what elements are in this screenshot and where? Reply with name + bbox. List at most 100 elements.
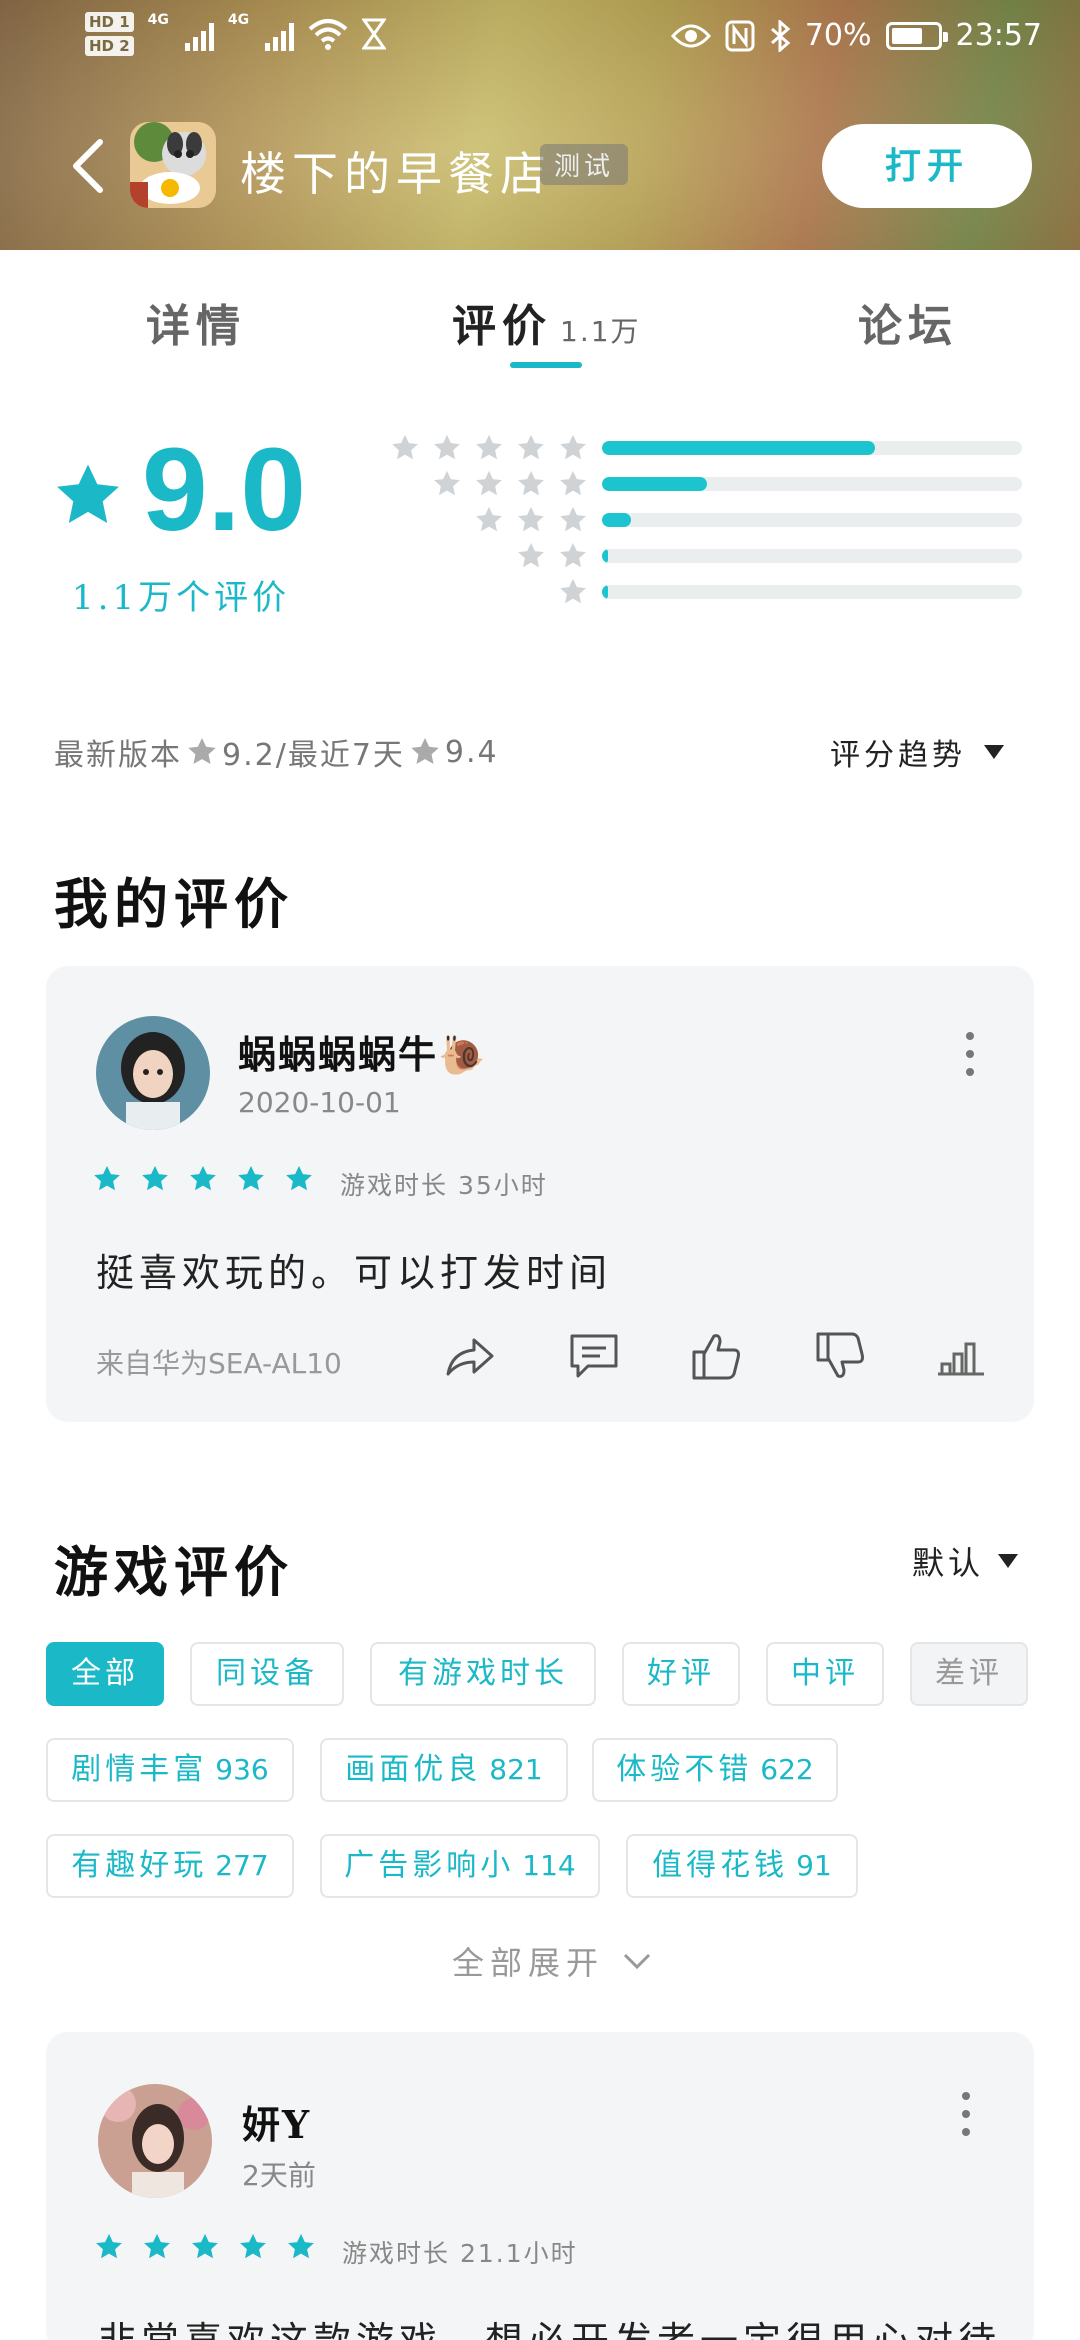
filter-has-playtime[interactable]: 有游戏时长: [370, 1642, 596, 1706]
sort-label: 默认: [912, 1544, 985, 1582]
tag-chip[interactable]: 体验不错 622: [592, 1738, 838, 1802]
star-icon: [476, 470, 502, 496]
version-rating-line: 最新版本 9.2/最近7天 9.4: [54, 730, 499, 774]
rating-summary: 9.0 1.1万个评价: [0, 420, 1080, 640]
comment-icon[interactable]: [566, 1328, 622, 1384]
status-right: 70% 23:57: [670, 18, 1042, 53]
tag-count: 114: [522, 1849, 576, 1882]
expand-all-button[interactable]: 全部展开: [452, 1938, 652, 1984]
star-icon: [560, 542, 586, 568]
distribution-row-3-star: [380, 502, 1030, 538]
app-icon: [130, 122, 216, 208]
app-header: HD 1 HD 2 4G 4G 70% 23:57 楼下的早餐店 测试 打开: [0, 0, 1080, 250]
tab-forum[interactable]: 论坛: [858, 290, 958, 354]
expand-all-label: 全部展开: [452, 1944, 605, 1982]
star-icon: [434, 434, 460, 460]
latest-version-score: 9.2/最近7天: [222, 738, 405, 773]
more-options-icon[interactable]: [956, 2084, 976, 2144]
battery-icon: [885, 21, 948, 50]
tag-chip[interactable]: 剧情丰富 936: [46, 1738, 294, 1802]
distribution-stars: [474, 502, 588, 538]
thumbs-up-icon[interactable]: [688, 1328, 744, 1384]
star-icon: [560, 578, 586, 604]
network-type-2: 4G: [227, 12, 250, 28]
thumbs-down-icon[interactable]: [812, 1328, 868, 1384]
sim1-label: HD 1: [85, 12, 134, 32]
tag-count: 821: [489, 1753, 543, 1786]
dropdown-arrow-icon: [984, 745, 1004, 759]
filter-neutral[interactable]: 中评: [766, 1642, 884, 1706]
star-icon: [476, 506, 502, 532]
distribution-bar-fill: [602, 585, 609, 599]
tag-chip[interactable]: 有趣好玩 277: [46, 1834, 294, 1898]
star-icon: [57, 464, 119, 523]
distribution-bar: [602, 549, 1022, 563]
rating-trend-dropdown[interactable]: 评分趋势: [830, 730, 1004, 774]
distribution-bar-fill: [602, 549, 609, 563]
more-options-icon[interactable]: [960, 1024, 980, 1084]
star-icon: [188, 738, 216, 764]
distribution-row-4-star: [380, 466, 1030, 502]
share-icon[interactable]: [442, 1328, 498, 1384]
tag-count: 622: [760, 1753, 814, 1786]
latest-version-label: 最新版本: [54, 738, 182, 773]
tag-count: 91: [796, 1849, 832, 1882]
status-bar: HD 1 HD 2 4G 4G 70% 23:57: [0, 0, 1080, 80]
avatar[interactable]: [98, 2084, 212, 2198]
distribution-bar-fill: [602, 513, 632, 527]
network-type-1: 4G: [147, 12, 169, 28]
active-tab-indicator: [510, 362, 582, 368]
reviewer-name: 蜗蜗蜗蜗牛🐌: [238, 1032, 488, 1077]
star-icon: [518, 542, 544, 568]
tag-label: 有趣好玩: [71, 1848, 208, 1883]
filter-positive[interactable]: 好评: [622, 1642, 740, 1706]
star-icon: [190, 1165, 216, 1191]
game-reviews-title: 游戏评价: [54, 1540, 294, 1604]
distribution-bar: [602, 585, 1022, 599]
my-review-title: 我的评价: [54, 872, 294, 936]
play-time: 游戏时长 21.1小时: [342, 2239, 578, 2268]
tag-chip[interactable]: 值得花钱 91: [626, 1834, 858, 1898]
star-icon: [238, 1165, 264, 1191]
tab-reviews[interactable]: 评价 1.1万: [452, 290, 641, 354]
filter-same-device[interactable]: 同设备: [190, 1642, 344, 1706]
bluetooth-icon: [770, 19, 791, 52]
stats-icon[interactable]: [934, 1328, 990, 1384]
review-stars: [92, 1164, 314, 1194]
tab-details[interactable]: 详情: [146, 290, 246, 354]
tag-chip[interactable]: 广告影响小 114: [320, 1834, 600, 1898]
open-button[interactable]: 打开: [822, 124, 1032, 208]
star-icon: [434, 470, 460, 496]
star-icon: [476, 434, 502, 460]
app-title: 楼下的早餐店: [240, 147, 552, 201]
distribution-row-5-star: [380, 430, 1030, 466]
battery-percent: 70%: [804, 18, 872, 53]
filter-all[interactable]: 全部: [46, 1642, 164, 1706]
tab-reviews-count: 1.1万: [560, 315, 641, 348]
tab-reviews-label: 评价: [452, 301, 552, 352]
sort-dropdown[interactable]: 默认: [912, 1538, 1019, 1584]
tab-bar: 详情 评价 1.1万 论坛: [0, 250, 1080, 380]
distribution-stars: [390, 430, 588, 466]
recent-score: 9.4: [444, 734, 499, 770]
distribution-row-1-star: [380, 574, 1030, 610]
review-date: 2天前: [242, 2159, 316, 2192]
play-time: 游戏时长 35小时: [340, 1171, 548, 1200]
tag-label: 画面优良: [345, 1752, 482, 1787]
tag-chip[interactable]: 画面优良 821: [320, 1738, 568, 1802]
star-icon: [94, 1165, 120, 1191]
status-left: HD 1 HD 2 4G 4G: [85, 12, 387, 56]
star-icon: [192, 2233, 218, 2259]
back-arrow-icon[interactable]: [64, 136, 114, 196]
filter-negative[interactable]: 差评: [910, 1642, 1028, 1706]
star-icon: [560, 506, 586, 532]
star-icon: [240, 2233, 266, 2259]
chevron-down-icon: [623, 1953, 651, 1970]
sim2-label: HD 2: [85, 36, 134, 56]
signal-icon: [184, 17, 214, 51]
app-bar: 楼下的早餐店 测试 打开: [0, 110, 1080, 220]
star-icon: [392, 434, 418, 460]
distribution-bar: [602, 513, 1022, 527]
distribution-row-2-star: [380, 538, 1030, 574]
avatar[interactable]: [96, 1016, 210, 1130]
